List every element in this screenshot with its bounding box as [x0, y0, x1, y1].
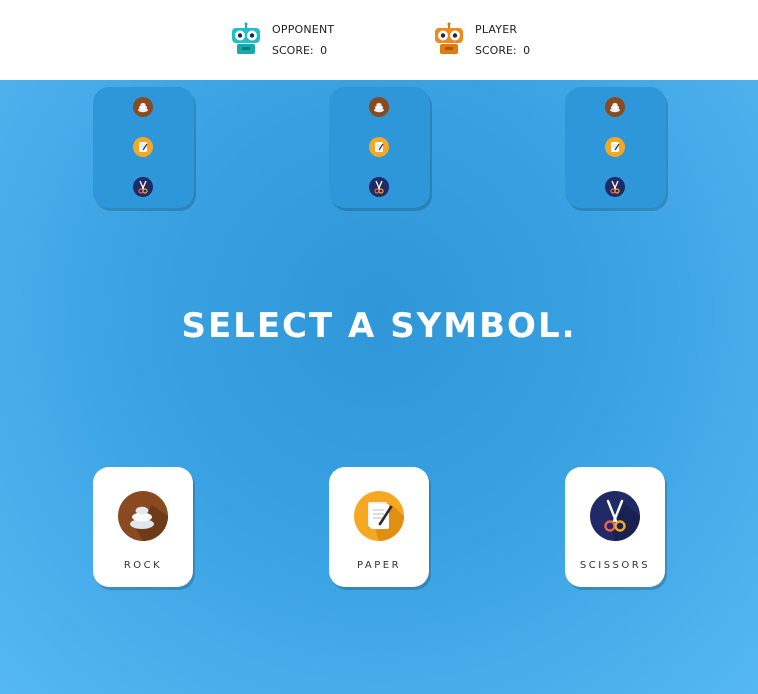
player-score-label: SCORE:: [475, 44, 521, 57]
opponent-score-label: SCORE:: [272, 44, 318, 57]
paper-icon[interactable]: [133, 137, 153, 157]
opponent-panel: OPPONENT SCORE: 0: [230, 20, 334, 64]
player-score: SCORE: 0: [475, 40, 530, 62]
paper-icon: [354, 491, 404, 541]
player-name: PLAYER: [475, 23, 518, 36]
paper-icon[interactable]: [369, 137, 389, 157]
mini-card-center: [329, 87, 430, 208]
scoreboard-header: OPPONENT SCORE: 0 PLAYER SCORE: 0: [0, 0, 758, 80]
rock-icon[interactable]: [605, 97, 625, 117]
scissors-icon[interactable]: [133, 177, 153, 197]
mini-card-left: [93, 87, 194, 208]
player-score-value: 0: [523, 44, 531, 57]
scissors-button[interactable]: SCISSORS: [565, 467, 665, 587]
rock-icon[interactable]: [369, 97, 389, 117]
select-symbol-heading: SELECT A SYMBOL.: [181, 306, 577, 346]
scissors-label: SCISSORS: [579, 560, 651, 571]
scissors-icon[interactable]: [605, 177, 625, 197]
opponent-score-value: 0: [320, 44, 328, 57]
paper-button[interactable]: PAPER: [329, 467, 429, 587]
rock-icon: [118, 491, 168, 541]
rock-label: ROCK: [123, 560, 163, 571]
scissors-icon[interactable]: [369, 177, 389, 197]
rock-button[interactable]: ROCK: [93, 467, 193, 587]
opponent-name: OPPONENT: [272, 23, 335, 36]
robot-teal-icon: [230, 22, 262, 54]
opponent-score: SCORE: 0: [272, 40, 334, 62]
scissors-icon: [590, 491, 640, 541]
paper-icon[interactable]: [605, 137, 625, 157]
rock-icon[interactable]: [133, 97, 153, 117]
mini-card-right: [565, 87, 666, 208]
robot-orange-icon: [433, 22, 465, 54]
paper-label: PAPER: [356, 560, 402, 571]
player-panel: PLAYER SCORE: 0: [433, 20, 530, 64]
